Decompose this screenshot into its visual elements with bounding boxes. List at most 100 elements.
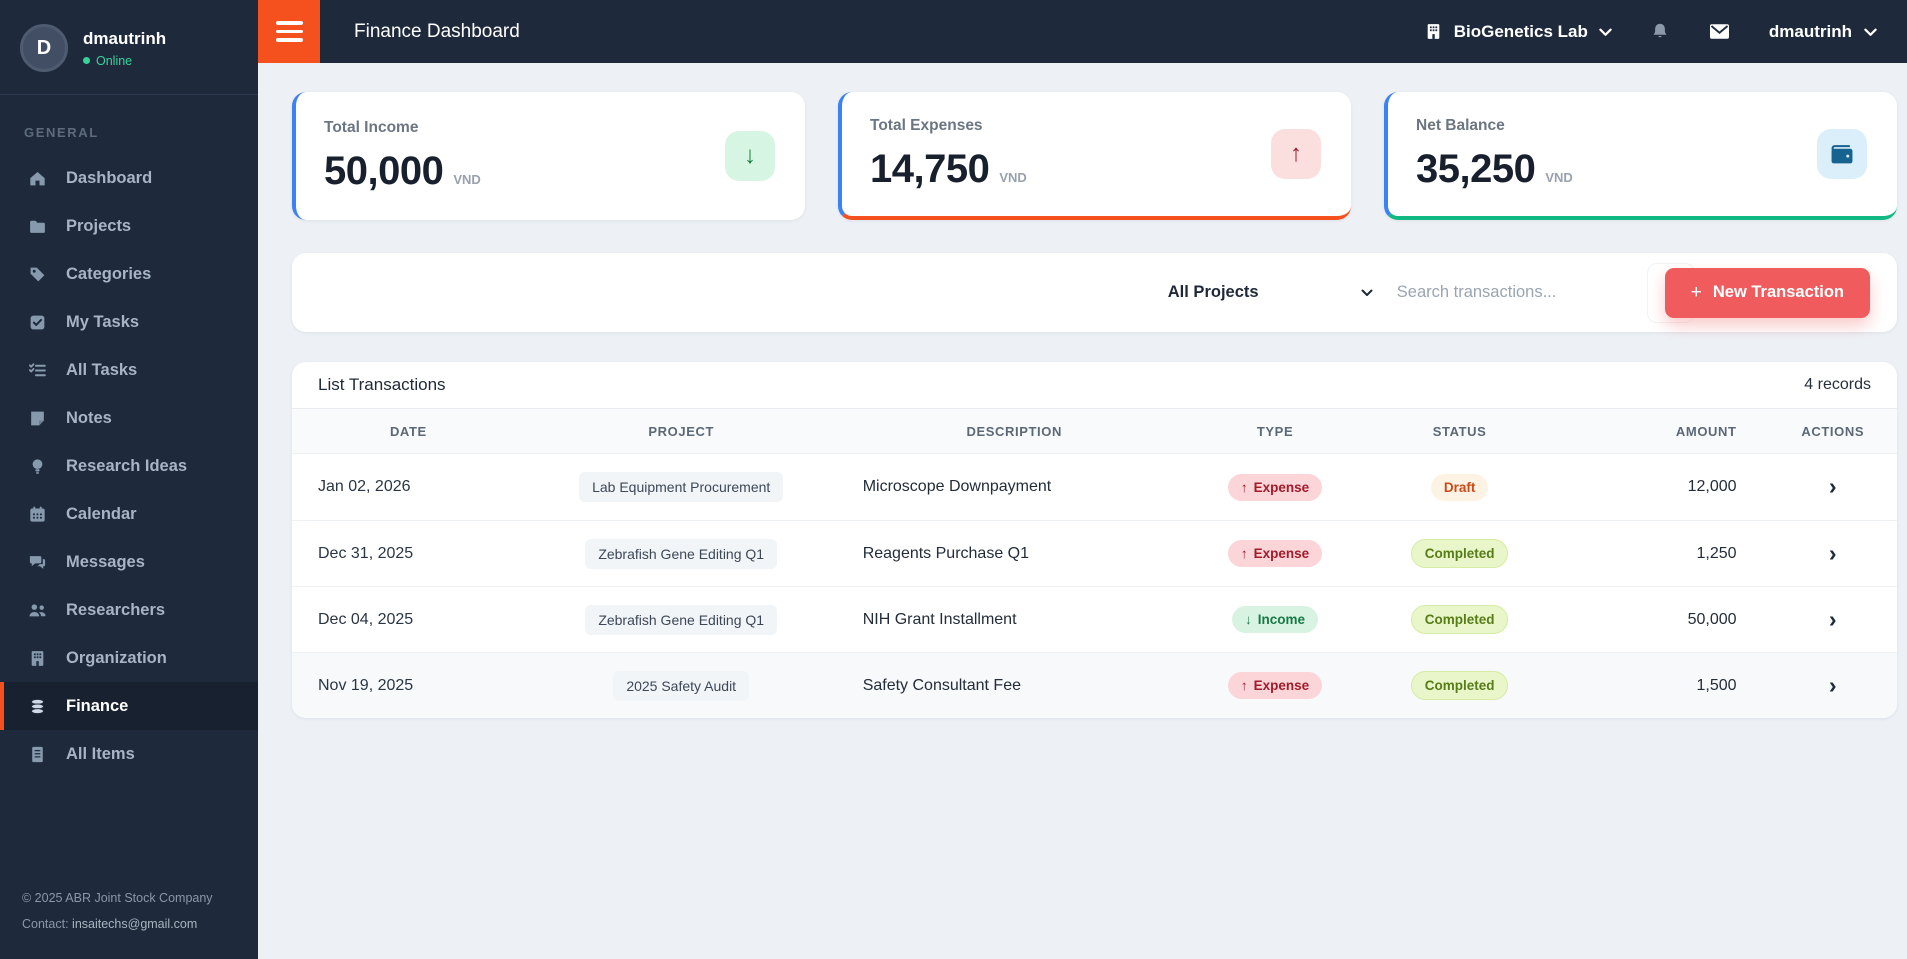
topbar-right: BioGenetics Lab dmautrinh — [1424, 21, 1907, 42]
table-row[interactable]: Dec 31, 2025 Zebrafish Gene Editing Q1 Rea… — [292, 520, 1897, 586]
actions-cell: › — [1769, 475, 1897, 499]
organization-switcher[interactable]: BioGenetics Lab — [1424, 22, 1612, 42]
organization-name: BioGenetics Lab — [1453, 21, 1588, 41]
sidebar-item-notes[interactable]: Notes — [0, 394, 258, 442]
contact-email: insaitechs@gmail.com — [72, 916, 198, 931]
stat-label: Total Income — [324, 118, 419, 136]
sidebar-item-label: Categories — [66, 264, 152, 283]
transaction-description: Safety Consultant Fee — [862, 676, 1021, 694]
column-header-description: DESCRIPTION — [966, 423, 1062, 439]
transaction-amount: 50,000 — [1687, 610, 1737, 628]
status-badge: Completed — [1410, 671, 1509, 700]
column-header-date: DATE — [389, 423, 427, 439]
sidebar-item-dashboard[interactable]: Dashboard — [0, 154, 258, 202]
sidebar-user-area: D dmautrinh Online — [0, 0, 258, 95]
table-row[interactable]: Dec 04, 2025 Zebrafish Gene Editing Q1 NIH… — [292, 586, 1897, 652]
notifications-bell-icon[interactable] — [1650, 21, 1670, 42]
actions-cell: › — [1769, 607, 1897, 632]
user-menu[interactable]: dmautrinh — [1769, 22, 1877, 42]
wallet-icon — [1817, 129, 1867, 179]
type-cell: ↓ Income — [1191, 606, 1360, 633]
sidebar-item-label: Dashboard — [66, 168, 153, 187]
coins-icon — [27, 696, 47, 716]
column-header-actions: ACTIONS — [1801, 423, 1865, 439]
table-row[interactable]: Jan 02, 2026 Lab Equipment Procurement Mic… — [292, 454, 1897, 520]
arrow-up-icon: ↑ — [1271, 129, 1321, 179]
row-detail-chevron-icon[interactable]: › — [1829, 541, 1837, 565]
chat-icon — [27, 552, 47, 572]
column-header-project: PROJECT — [648, 423, 714, 439]
home-icon — [27, 168, 47, 188]
status-cell: Completed — [1359, 605, 1560, 634]
stat-value: 14,750 — [870, 146, 990, 191]
status-cell: Completed — [1359, 671, 1560, 700]
online-status-label: Online — [96, 53, 133, 68]
sidebar-item-projects[interactable]: Projects — [0, 202, 258, 250]
type-cell: ↑ Expense — [1191, 473, 1360, 501]
sidebar-item-finance[interactable]: Finance — [0, 682, 258, 730]
status-badge: Draft — [1430, 473, 1489, 501]
column-header-amount: AMOUNT — [1675, 423, 1737, 439]
folder-icon — [27, 216, 47, 236]
user-menu-name: dmautrinh — [1768, 21, 1852, 41]
project-chip: 2025 Safety Audit — [613, 670, 750, 701]
filter-bar: All Projects ( + New Transaction — [292, 253, 1897, 332]
type-cell: ↑ Expense — [1191, 672, 1360, 699]
table-row[interactable]: Nov 19, 2025 2025 Safety Audit Safety Cons… — [292, 652, 1897, 718]
transaction-date: Dec 04, 2025 — [318, 610, 414, 628]
column-header-type: TYPE — [1256, 423, 1294, 439]
search-input[interactable] — [1396, 283, 1647, 302]
sidebar-item-categories[interactable]: Categories — [0, 250, 258, 298]
row-detail-chevron-icon[interactable]: › — [1829, 607, 1837, 631]
row-detail-chevron-icon[interactable]: › — [1829, 673, 1837, 697]
status-cell: Draft — [1359, 473, 1560, 501]
hamburger-icon — [275, 21, 303, 25]
sidebar-nav: Dashboard Projects Categories My Tasks All T… — [0, 154, 258, 778]
sidebar-item-all-tasks[interactable]: All Tasks — [0, 346, 258, 394]
avatar: D — [20, 24, 68, 72]
status-cell: Completed — [1359, 539, 1560, 568]
sidebar-item-label: Researchers — [66, 600, 166, 619]
plus-icon: + — [1690, 281, 1702, 303]
sidebar-item-label: Projects — [66, 216, 132, 235]
project-filter-value: All Projects — [1167, 283, 1259, 301]
new-transaction-button[interactable]: + New Transaction — [1664, 267, 1870, 318]
hamburger-menu-button[interactable] — [258, 0, 320, 63]
calendar-icon — [27, 504, 47, 524]
transaction-date: Nov 19, 2025 — [318, 676, 414, 694]
project-chip: Lab Equipment Procurement — [579, 472, 784, 502]
contact-label: Contact: — [22, 916, 69, 931]
sidebar-item-label: Messages — [66, 552, 145, 571]
arrow-up-icon: ↑ — [1240, 479, 1248, 495]
copyright-text: © 2025 ABR Joint Stock Company — [22, 890, 213, 905]
sidebar-section-label: GENERAL — [24, 125, 99, 140]
transactions-table-card: List Transactions 4 records DATE PROJECT D… — [292, 362, 1897, 718]
transaction-description: Microscope Downpayment — [862, 478, 1052, 495]
sidebar-item-all-items[interactable]: All Items — [0, 730, 258, 778]
table-title: List Transactions — [318, 375, 446, 394]
row-detail-chevron-icon[interactable]: › — [1829, 475, 1837, 498]
sidebar-item-my-tasks[interactable]: My Tasks — [0, 298, 258, 346]
transaction-date: Jan 02, 2026 — [318, 478, 411, 495]
stat-card-net-balance: Net Balance 35,250 VND — [1384, 92, 1897, 220]
table-body: Jan 02, 2026 Lab Equipment Procurement Mic… — [292, 454, 1897, 718]
status-badge: Completed — [1410, 605, 1509, 634]
lightbulb-icon — [27, 456, 47, 476]
sidebar-footer: © 2025 ABR Joint Stock Company Contact: … — [0, 869, 258, 959]
table-head: List Transactions 4 records — [292, 362, 1897, 409]
sidebar-item-researchers[interactable]: Researchers — [0, 586, 258, 634]
arrow-down-icon: ↓ — [1245, 612, 1252, 627]
sidebar-item-organization[interactable]: Organization — [0, 634, 258, 682]
type-badge: ↑ Expense — [1227, 473, 1323, 501]
sidebar-item-research-ideas[interactable]: Research Ideas — [0, 442, 258, 490]
project-cell: Zebrafish Gene Editing Q1 — [525, 604, 838, 635]
sidebar-item-messages[interactable]: Messages — [0, 538, 258, 586]
sidebar-item-calendar[interactable]: Calendar — [0, 490, 258, 538]
sidebar-item-label: My Tasks — [66, 312, 140, 331]
stat-label: Total Expenses — [870, 116, 983, 134]
sidebar-item-label: Research Ideas — [66, 456, 188, 475]
project-filter-select[interactable]: All Projects — [1168, 283, 1373, 302]
messages-envelope-icon[interactable] — [1708, 22, 1731, 41]
type-badge: ↑ Expense — [1227, 540, 1323, 567]
stat-label: Net Balance — [1416, 116, 1505, 134]
